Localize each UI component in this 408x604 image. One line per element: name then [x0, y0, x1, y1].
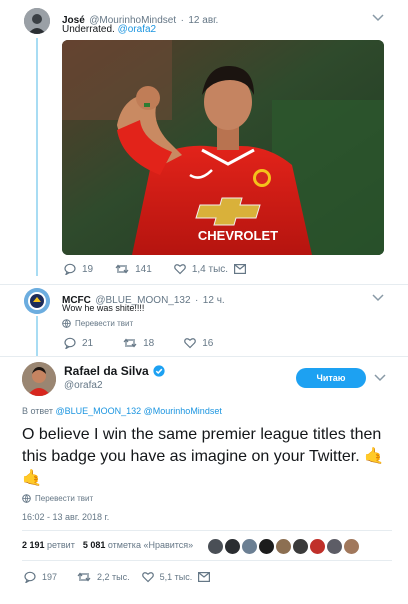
- verified-badge-icon: [153, 365, 165, 377]
- retweets-stat[interactable]: 2 191 ретвит: [22, 540, 75, 550]
- reply-to-link[interactable]: @MourinhoMindset: [144, 406, 222, 416]
- divider: [0, 356, 408, 357]
- tweet1-text: Underrated. @orafa2: [62, 24, 156, 35]
- envelope-icon: [198, 572, 211, 582]
- translate-tweet-button[interactable]: Перевести твит: [22, 494, 93, 503]
- main-author-name[interactable]: Rafael da Silva: [64, 364, 165, 378]
- reply-icon: [24, 571, 36, 583]
- separator: ·: [180, 15, 184, 26]
- chevron-down-icon[interactable]: [374, 374, 386, 382]
- translate-label: Перевести твит: [35, 494, 94, 503]
- liker-avatar[interactable]: [208, 539, 223, 554]
- liker-avatar[interactable]: [310, 539, 325, 554]
- reply-count: 197: [42, 572, 58, 582]
- reply-prefix: В ответ: [22, 406, 53, 416]
- tweet-date[interactable]: 12 авг.: [188, 15, 218, 26]
- shirt-sponsor-text: CHEVROLET: [198, 228, 278, 243]
- reply-button[interactable]: 197: [24, 571, 57, 583]
- main-tweet-text: O believe I win the same premier league …: [22, 424, 392, 489]
- tweet-date[interactable]: 12 ч.: [203, 295, 225, 306]
- globe-icon: [62, 319, 71, 328]
- chevron-down-icon[interactable]: [372, 14, 384, 22]
- thread-line: [36, 38, 38, 276]
- likes-number: 5 081: [82, 540, 106, 550]
- divider: [0, 284, 408, 285]
- retweet-button[interactable]: 2,2 тыс.: [77, 571, 130, 583]
- direct-message-button[interactable]: [198, 572, 211, 582]
- like-button[interactable]: 1,4 тыс.: [173, 263, 229, 275]
- heart-icon: [173, 264, 186, 275]
- divider: [22, 560, 392, 561]
- reply-count: 19: [82, 263, 94, 275]
- retweet-button[interactable]: 141: [115, 263, 152, 275]
- like-button[interactable]: 16: [184, 337, 213, 349]
- globe-icon: [22, 494, 31, 503]
- author-name: Rafael da Silva: [64, 364, 149, 378]
- retweet-count: 18: [143, 337, 155, 349]
- reply-to-link[interactable]: @BLUE_MOON_132: [55, 406, 141, 416]
- reply-icon: [64, 337, 76, 349]
- tweet1-actions: 19 141 1,4 тыс.: [64, 263, 247, 275]
- photo-image: CHEVROLET: [62, 40, 384, 255]
- like-count: 16: [202, 337, 214, 349]
- thread-line: [36, 316, 38, 356]
- retweet-icon: [115, 264, 129, 274]
- like-count: 5,1 тыс.: [159, 572, 193, 582]
- reply-icon: [64, 263, 76, 275]
- tweet2-actions: 21 18 16: [64, 337, 213, 349]
- avatar-jose[interactable]: [24, 8, 50, 34]
- likes-stat[interactable]: 5 081 отметка «Нравится»: [83, 540, 193, 550]
- likers-avatars: [208, 539, 361, 554]
- liker-avatar[interactable]: [293, 539, 308, 554]
- avatar-mcfc[interactable]: [24, 288, 50, 314]
- mention-link[interactable]: @orafa2: [118, 24, 157, 35]
- envelope-icon: [234, 264, 247, 274]
- retweet-icon: [77, 572, 91, 582]
- retweets-label: ретвит: [47, 540, 75, 550]
- engagement-stats: 2 191 ретвит 5 081 отметка «Нравится»: [22, 540, 193, 550]
- liker-avatar[interactable]: [259, 539, 274, 554]
- like-button[interactable]: 5,1 тыс.: [141, 571, 193, 583]
- tweet-text: Wow he was shite!!!!: [62, 303, 145, 313]
- liker-avatar[interactable]: [276, 539, 291, 554]
- retweet-button[interactable]: 18: [123, 337, 154, 349]
- follow-button[interactable]: Читаю: [296, 368, 366, 388]
- heart-icon: [141, 572, 154, 583]
- translate-tweet-button[interactable]: Перевести твит: [62, 319, 133, 328]
- divider: [22, 530, 392, 531]
- tweet-photo[interactable]: CHEVROLET: [62, 40, 384, 255]
- heart-icon: [184, 338, 197, 349]
- reply-button[interactable]: 19: [64, 263, 93, 275]
- avatar-rafael[interactable]: [22, 362, 56, 396]
- tweet-text: Underrated.: [62, 24, 115, 35]
- retweets-number: 2 191: [22, 540, 45, 550]
- translate-label: Перевести твит: [75, 319, 134, 328]
- reply-context: В ответ @BLUE_MOON_132 @MourinhoMindset: [22, 406, 222, 416]
- retweet-icon: [123, 338, 137, 348]
- liker-avatar[interactable]: [225, 539, 240, 554]
- retweet-count: 2,2 тыс.: [97, 572, 130, 582]
- tweet-text: O believe I win the same premier league …: [22, 426, 382, 465]
- liker-avatar[interactable]: [327, 539, 342, 554]
- chevron-down-icon[interactable]: [372, 294, 384, 302]
- author-handle[interactable]: @orafa2: [64, 380, 103, 391]
- like-count: 1,4 тыс.: [191, 263, 229, 275]
- main-actions: 197 2,2 тыс. 5,1 тыс.: [24, 571, 211, 583]
- retweet-count: 141: [135, 263, 152, 275]
- direct-message-button[interactable]: [234, 264, 247, 274]
- liker-avatar[interactable]: [242, 539, 257, 554]
- separator: ·: [195, 295, 199, 306]
- reply-count: 21: [82, 337, 94, 349]
- tweet-timestamp[interactable]: 16:02 - 13 авг. 2018 г.: [22, 512, 109, 522]
- likes-label: отметка «Нравится»: [107, 540, 194, 550]
- liker-avatar[interactable]: [344, 539, 359, 554]
- reply-button[interactable]: 21: [64, 337, 93, 349]
